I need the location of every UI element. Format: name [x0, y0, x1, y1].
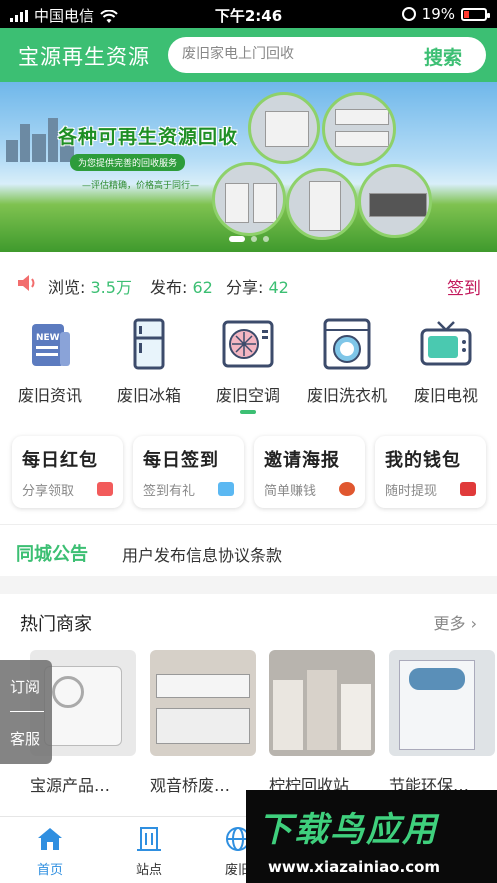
fridge-icon [133, 318, 165, 370]
nav-home[interactable]: 首页 [10, 825, 90, 878]
status-bar: 中国电信 下午2:46 19% [0, 0, 497, 28]
watermark-brand: 下载鸟应用 [258, 810, 438, 850]
tv-icon [420, 321, 472, 366]
views-value: 3.5万 [90, 278, 132, 297]
category-grid: NEW 废旧资讯 废旧冰箱 废旧空调 废旧洗衣机 废旧电视 [0, 316, 497, 420]
merchant-photo [389, 650, 495, 756]
nav-label: 首页 [36, 863, 63, 878]
card-subtitle: 简单赚钱 [264, 484, 317, 499]
app-title: 宝源再生资源 [18, 45, 150, 69]
speaker-icon [18, 275, 35, 291]
banner-photo-ac-stack [322, 92, 396, 166]
battery-percent: 19% [421, 5, 455, 23]
daily-red-envelope-card[interactable]: 每日红包 分享领取 [12, 436, 123, 508]
divider [0, 524, 497, 525]
category-washing-machine[interactable]: 废旧洗衣机 [299, 316, 395, 406]
section-gap [0, 576, 497, 594]
banner-tagline: —评估精确，价格高于同行— [82, 181, 200, 191]
invite-poster-card[interactable]: 邀请海报 简单赚钱 [254, 436, 365, 508]
banner-title: 各种可再生资源回收 [58, 126, 239, 148]
customer-service-button[interactable]: 客服 [10, 728, 40, 749]
building-icon [137, 827, 161, 851]
shares-stat: 分享: 42 [226, 278, 289, 297]
shares-value: 42 [268, 278, 289, 297]
posts-value: 62 [192, 278, 213, 297]
daily-checkin-card[interactable]: 每日签到 签到有礼 [133, 436, 244, 508]
category-fridge[interactable]: 废旧冰箱 [101, 316, 197, 406]
nav-stations[interactable]: 站点 [109, 825, 189, 878]
hot-merchants-header: 热门商家 更多 › [0, 596, 497, 644]
home-icon [38, 828, 62, 850]
air-conditioner-icon [222, 320, 274, 368]
carousel-dot[interactable] [250, 236, 257, 242]
signin-link[interactable]: 签到 [447, 274, 481, 299]
stats-bar: 浏览: 3.5万 发布: 62 分享: 42 签到 [0, 262, 497, 306]
category-label: 废旧空调 [215, 386, 280, 405]
banner-carousel[interactable]: 各种可再生资源回收 为您提供完善的回收服务 —评估精确，价格高于同行— [0, 82, 497, 252]
my-wallet-card[interactable]: 我的钱包 随时提现 [375, 436, 486, 508]
city-notice-bar[interactable]: 同城公告 用户发布信息协议条款 [0, 526, 497, 576]
merchant-name: 观音桥废… [150, 776, 231, 795]
rotation-lock-icon [401, 7, 416, 21]
merchant-name: 宝源产品… [30, 776, 111, 795]
merchant-card[interactable]: 节能环保… [389, 650, 497, 796]
more-link[interactable]: 更多 › [433, 610, 477, 634]
merchant-card[interactable]: 柠柠回收站 [269, 650, 379, 796]
banner-subtitle: 为您提供完善的回收服务 [70, 154, 186, 171]
card-title: 每日红包 [22, 450, 98, 471]
subscribe-button[interactable]: 订阅 [10, 676, 40, 697]
battery-icon [461, 7, 490, 21]
category-label: 废旧资讯 [17, 386, 82, 405]
merchant-card[interactable]: 观音桥废… [150, 650, 260, 796]
card-subtitle: 分享领取 [22, 484, 75, 499]
category-tv[interactable]: 废旧电视 [398, 316, 494, 406]
nav-label: 站点 [135, 863, 162, 878]
app-header: 宝源再生资源 搜索 [0, 28, 497, 82]
gift-icon [218, 482, 234, 496]
search-bar[interactable]: 搜索 [168, 37, 486, 73]
card-subtitle: 随时提现 [385, 484, 438, 499]
wallet-icon [460, 482, 476, 496]
posts-stat: 发布: 62 [150, 278, 213, 297]
category-page-indicator [240, 410, 256, 414]
notice-tag: 同城公告 [16, 544, 88, 565]
card-title: 我的钱包 [385, 450, 461, 471]
floating-side-menu: 订阅 客服 [0, 660, 52, 764]
views-stat: 浏览: 3.5万 [48, 278, 132, 297]
banner-photo-washers [212, 162, 286, 236]
svg-text:NEW: NEW [36, 333, 60, 343]
money-bag-icon [339, 482, 355, 496]
washing-machine-icon [323, 318, 371, 370]
carousel-indicator [0, 227, 497, 246]
card-subtitle: 签到有礼 [143, 484, 196, 499]
merchant-photo [269, 650, 375, 756]
feature-cards: 每日红包 分享领取 每日签到 签到有礼 邀请海报 简单赚钱 我的钱包 随时提现 [0, 436, 497, 512]
notice-text[interactable]: 用户发布信息协议条款 [122, 542, 282, 566]
carousel-dot[interactable] [228, 236, 245, 242]
card-title: 邀请海报 [264, 450, 340, 471]
merchant-photo [150, 650, 256, 756]
red-envelope-icon [97, 482, 113, 496]
card-title: 每日签到 [143, 450, 219, 471]
category-news[interactable]: NEW 废旧资讯 [2, 316, 98, 406]
category-label: 废旧冰箱 [116, 386, 181, 405]
newspaper-icon: NEW [32, 324, 70, 366]
watermark-url: www.xiazainiao.com [268, 858, 441, 876]
category-label: 废旧电视 [413, 386, 478, 405]
category-label: 废旧洗衣机 [306, 386, 387, 405]
banner-photo-ac-unit [248, 92, 320, 164]
search-input[interactable] [182, 46, 402, 62]
section-title: 热门商家 [20, 614, 92, 635]
carousel-dot[interactable] [262, 236, 269, 242]
watermark-overlay: 下载鸟应用 www.xiazainiao.com [246, 790, 497, 883]
search-button[interactable]: 搜索 [424, 43, 462, 70]
chevron-right-icon: › [470, 614, 477, 633]
divider [10, 711, 44, 712]
category-air-conditioner[interactable]: 废旧空调 [200, 316, 296, 406]
